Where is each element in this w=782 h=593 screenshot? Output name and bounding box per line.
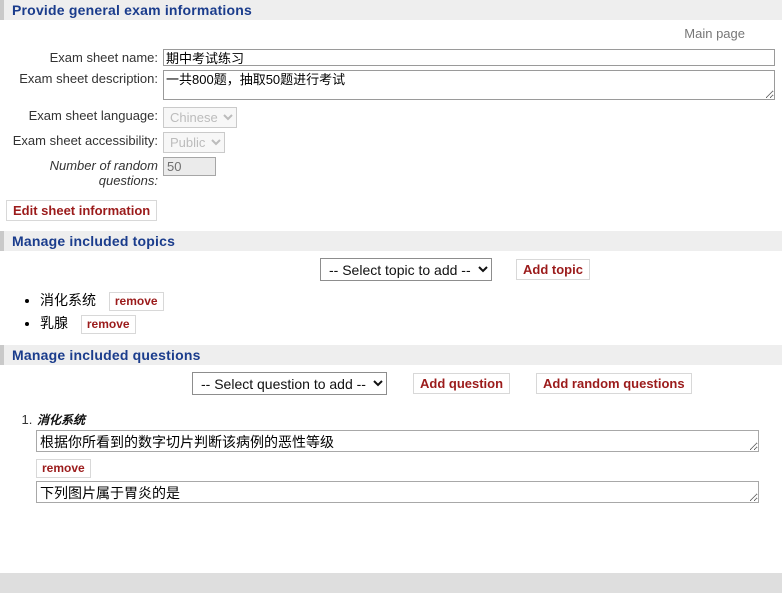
exam-language-select[interactable]: Chinese — [163, 107, 237, 128]
random-questions-input[interactable] — [163, 157, 216, 176]
exam-description-label: Exam sheet description: — [19, 71, 158, 86]
exam-accessibility-select[interactable]: Public — [163, 132, 225, 153]
question-select[interactable]: -- Select question to add -- — [192, 372, 387, 395]
add-topic-button[interactable]: Add topic — [516, 259, 590, 280]
footer-bar — [0, 573, 782, 593]
question-text-textarea[interactable]: 下列图片属于胃炎的是 — [36, 481, 759, 503]
exam-name-input[interactable] — [163, 49, 775, 66]
edit-sheet-row: Edit sheet information — [0, 191, 782, 231]
edit-sheet-information-button[interactable]: Edit sheet information — [6, 200, 158, 221]
question-topic-label: 消化系统 — [37, 413, 86, 427]
section-title-topics: Manage included topics — [12, 233, 176, 249]
remove-topic-button[interactable]: remove — [80, 315, 136, 334]
form-row-language: Exam sheet language: Chinese — [0, 105, 782, 130]
list-item: 消化系统 根据你所看到的数字切片判断该病例的恶性等级 remove 下列图片属于… — [36, 411, 782, 506]
question-text-textarea[interactable]: 根据你所看到的数字切片判断该病例的恶性等级 — [36, 430, 759, 452]
form-row-name: Exam sheet name: — [0, 47, 782, 68]
form-row-description: Exam sheet description: 一共800题，抽取50题进行考试 — [0, 68, 782, 105]
exam-name-label: Exam sheet name: — [49, 50, 158, 65]
section-header-questions: Manage included questions — [0, 345, 782, 365]
question-remove-row: remove — [36, 455, 782, 481]
question-list: 消化系统 根据你所看到的数字切片判断该病例的恶性等级 remove 下列图片属于… — [0, 411, 782, 506]
random-questions-label: Number of random questions: — [49, 158, 158, 188]
list-item: 消化系统 remove — [40, 291, 782, 311]
section-title-questions: Manage included questions — [12, 347, 201, 363]
exam-accessibility-label: Exam sheet accessibility: — [12, 133, 158, 148]
topic-list: 消化系统 remove 乳腺 remove — [0, 291, 782, 334]
exam-info-form: Exam sheet name: Exam sheet description:… — [0, 47, 782, 191]
remove-topic-button[interactable]: remove — [108, 292, 164, 311]
list-item: 乳腺 remove — [40, 314, 782, 334]
question-add-row: -- Select question to add -- Add questio… — [0, 365, 782, 401]
topic-select[interactable]: -- Select topic to add -- — [320, 258, 492, 281]
remove-question-button[interactable]: remove — [36, 459, 91, 478]
form-row-accessibility: Exam sheet accessibility: Public — [0, 130, 782, 155]
main-page-link[interactable]: Main page — [684, 26, 745, 41]
section-header-general: Provide general exam informations — [0, 0, 782, 20]
add-random-questions-button[interactable]: Add random questions — [536, 373, 692, 394]
form-row-random-questions: Number of random questions: — [0, 155, 782, 191]
section-title-general: Provide general exam informations — [12, 2, 253, 18]
topic-name: 消化系统 — [40, 292, 96, 308]
topic-name: 乳腺 — [40, 315, 68, 331]
section-header-topics: Manage included topics — [0, 231, 782, 251]
topic-add-row: -- Select topic to add -- Add topic — [0, 251, 782, 287]
exam-description-textarea[interactable]: 一共800题，抽取50题进行考试 — [163, 70, 775, 100]
exam-language-label: Exam sheet language: — [28, 108, 158, 123]
main-page-link-row: Main page — [0, 20, 782, 41]
add-question-button[interactable]: Add question — [413, 373, 511, 394]
